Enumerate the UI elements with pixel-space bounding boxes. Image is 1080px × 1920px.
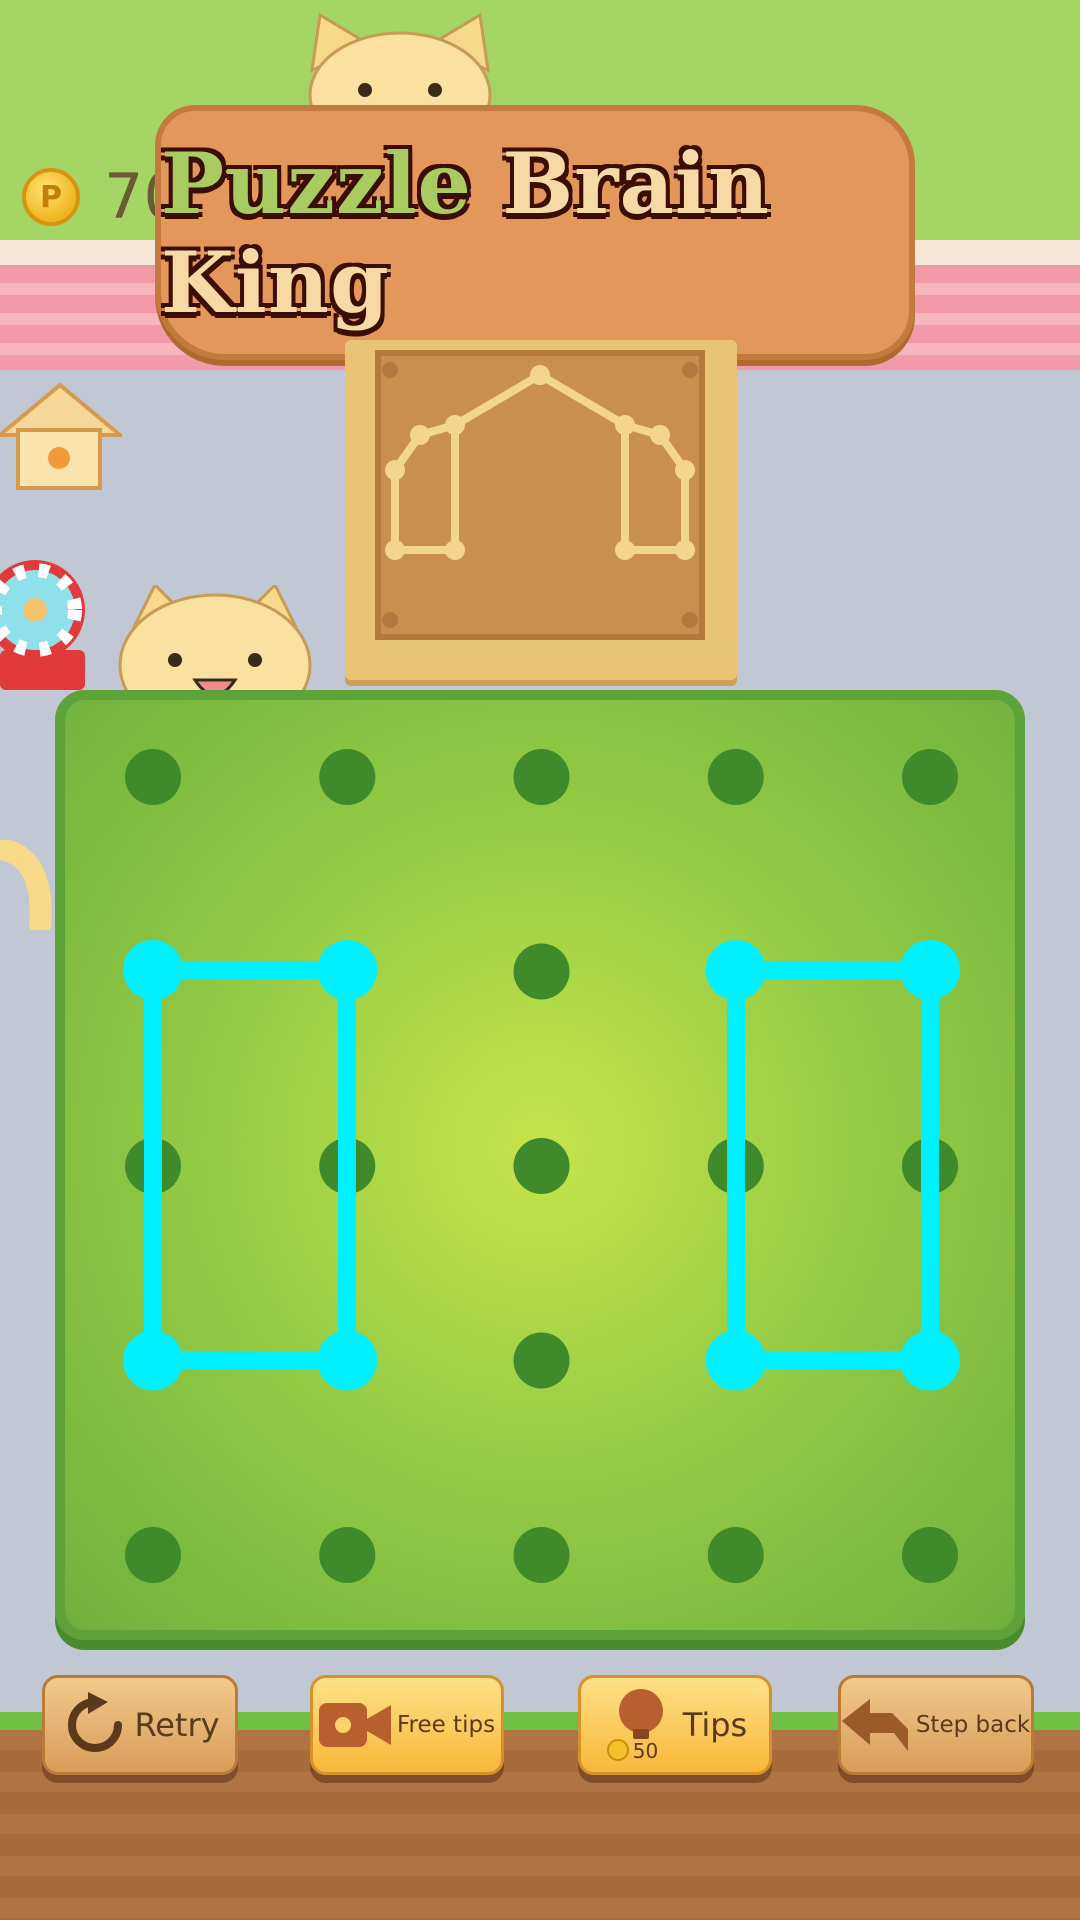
video-camera-icon: [318, 1703, 391, 1747]
free-tips-button[interactable]: Free tips: [310, 1675, 504, 1775]
connected-node[interactable]: [705, 940, 766, 1000]
target-shape: [382, 362, 698, 628]
grid-dot[interactable]: [125, 749, 181, 805]
grid-dot[interactable]: [319, 1527, 376, 1583]
undo-arrow-icon: [841, 1699, 908, 1751]
connected-node[interactable]: [317, 940, 378, 1000]
puzzle-grid[interactable]: [55, 690, 1025, 1640]
tips-cost: 50: [632, 1739, 659, 1763]
grid-dot[interactable]: [902, 749, 958, 805]
lucky-wheel-icon[interactable]: [0, 555, 90, 695]
grid-dot[interactable]: [513, 1138, 570, 1194]
connected-node[interactable]: [123, 1330, 183, 1391]
grid-dot[interactable]: [513, 1332, 570, 1389]
connected-node[interactable]: [900, 940, 960, 1000]
grid-dot[interactable]: [319, 749, 376, 805]
title-sign: Puzzle Brain King: [155, 105, 915, 360]
coin-small-icon: [606, 1739, 629, 1761]
step-back-button[interactable]: Step back: [838, 1675, 1034, 1775]
game-title: Puzzle Brain King: [161, 133, 770, 332]
retry-label: Retry: [134, 1706, 220, 1744]
retry-icon: [68, 1692, 123, 1752]
tips-button[interactable]: 50 Tips: [578, 1675, 772, 1775]
grid-dot[interactable]: [707, 749, 764, 805]
tips-icon-group: 50: [603, 1685, 673, 1765]
drawn-rect-right: [727, 961, 939, 1369]
drawn-rect-left: [144, 961, 356, 1369]
home-icon[interactable]: [0, 380, 122, 492]
retry-button[interactable]: Retry: [42, 1675, 238, 1775]
connected-node[interactable]: [705, 1330, 766, 1391]
free-tips-label: Free tips: [396, 1712, 496, 1738]
grid-dot[interactable]: [125, 1527, 181, 1583]
coin-icon: P: [22, 168, 80, 226]
connected-node[interactable]: [317, 1330, 378, 1391]
grid-dot[interactable]: [707, 1527, 764, 1583]
grid-dot[interactable]: [513, 749, 570, 805]
grid-dot[interactable]: [513, 943, 570, 1000]
connected-node[interactable]: [123, 940, 183, 1000]
grid-dot[interactable]: [513, 1527, 570, 1583]
tips-label: Tips: [682, 1706, 748, 1744]
grid-dot[interactable]: [902, 1527, 958, 1583]
connected-node[interactable]: [900, 1330, 960, 1391]
cat-tail: [0, 840, 52, 930]
lightbulb-icon: [618, 1689, 663, 1739]
step-back-label: Step back: [915, 1712, 1031, 1738]
